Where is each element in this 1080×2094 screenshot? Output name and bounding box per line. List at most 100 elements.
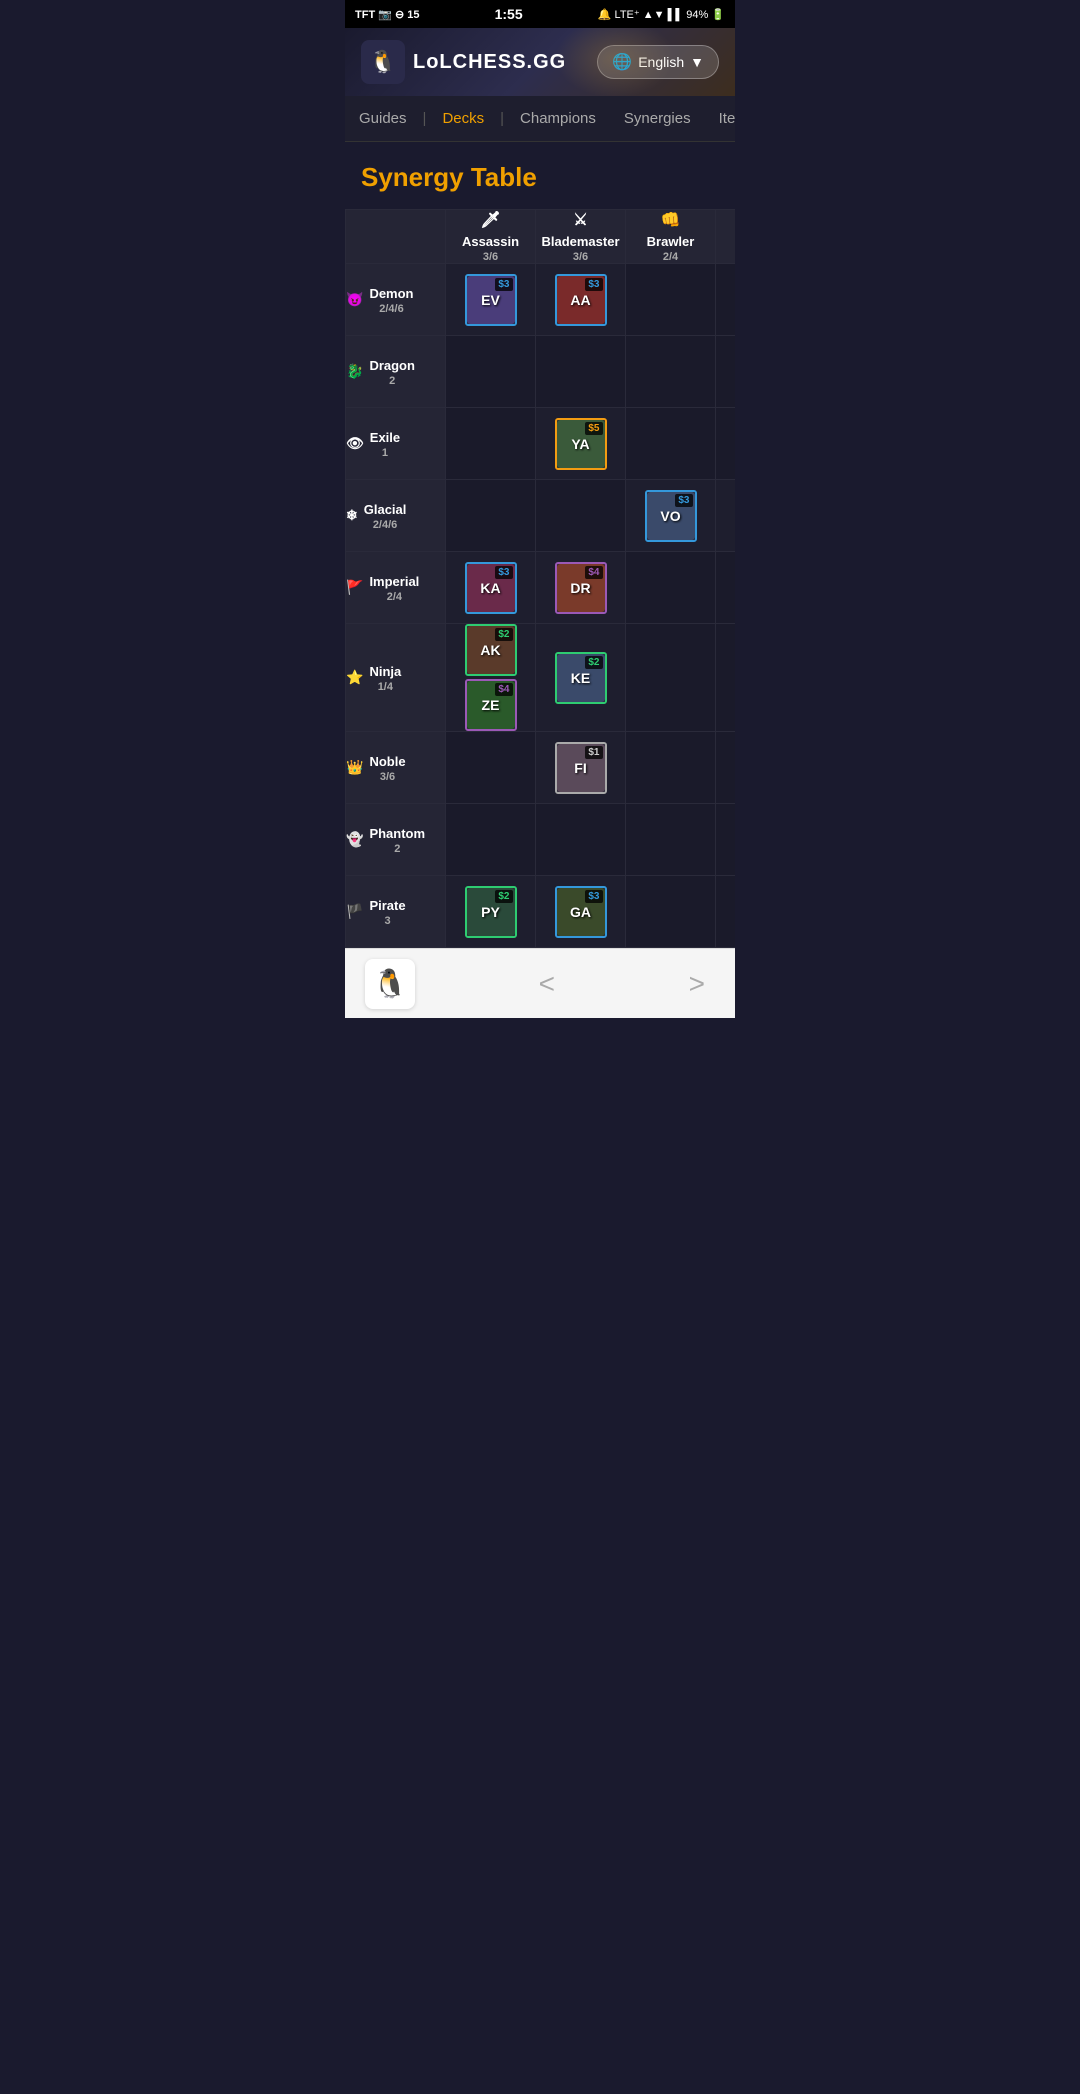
row-header-glacial: ❄ Glacial 2/4/6 [346, 480, 446, 552]
cell-noble-brawler [626, 732, 716, 804]
cell-imperial-brawler [626, 552, 716, 624]
cell-dragon-brawler [626, 336, 716, 408]
phantom-row-icon: 👻 [346, 831, 363, 848]
champ-card-katarina[interactable]: KA$3 [465, 562, 517, 614]
forward-button[interactable]: > [679, 968, 715, 1000]
assassin-icon: 🗡 [480, 210, 500, 230]
row-header-demon: 😈 Demon 2/4/6 [346, 264, 446, 336]
header: 🐧 LoLCHESS.GG 🌐 English ▼ [345, 28, 735, 96]
champ-card-akali[interactable]: AK$2 [465, 624, 517, 676]
exile-row-count: 1 [370, 447, 400, 459]
champ-card-draven[interactable]: DR$4 [555, 562, 607, 614]
cell-demon-blademaster: AA$3 [536, 264, 626, 336]
col-count-blademaster: 3/6 [573, 251, 588, 263]
status-right: 🔔 LTE⁺ ▲▼ ▌▌ 94% 🔋 [598, 8, 725, 21]
champ-card-aatrox[interactable]: AA$3 [555, 274, 607, 326]
dragon-row-icon: 🐉 [346, 363, 363, 380]
globe-icon: 🌐 [612, 52, 632, 72]
champ-card-gangplank[interactable]: GA$3 [555, 886, 607, 938]
bottom-logo: 🐧 [365, 959, 415, 1009]
cell-ninja-cannon [716, 624, 736, 732]
cell-pirate-brawler [626, 876, 716, 948]
champ-card-lissandra[interactable]: LI$3 [735, 490, 736, 542]
row-header-phantom: 👻 Phantom 2 [346, 804, 446, 876]
status-time: 1:55 [495, 6, 523, 22]
phantom-row-count: 2 [369, 843, 425, 855]
nav-synergies[interactable]: Synergies [610, 96, 705, 141]
navigation: Guides | Decks | Champions Synergies Ite… [345, 96, 735, 142]
cell-pirate-assassin: PY$2 [446, 876, 536, 948]
cell-pirate-cannon [716, 876, 736, 948]
col-count-brawler: 2/4 [663, 251, 678, 263]
col-header-cannon: 🔥 Cannon 2/4 [716, 210, 736, 264]
col-name-blademaster: Blademaster [541, 234, 619, 249]
cell-dragon-assassin [446, 336, 536, 408]
col-name-brawler: Brawler [647, 234, 695, 249]
synergy-table-wrapper: 🗡 Assassin 3/6 ⚔ Blademaster 3/6 👊 [345, 209, 735, 948]
logo: 🐧 LoLCHESS.GG [361, 40, 566, 84]
cell-pirate-blademaster: GA$3 [536, 876, 626, 948]
status-left: TFT 📷 ⊖ 15 [355, 8, 419, 21]
champ-card-evelynn[interactable]: EV$3 [465, 274, 517, 326]
cell-phantom-blademaster [536, 804, 626, 876]
row-header-dragon: 🐉 Dragon 2 [346, 336, 446, 408]
blademaster-icon: ⚔ [573, 210, 587, 230]
cell-exile-cannon [716, 408, 736, 480]
row-header-pirate: 🏴 Pirate 3 [346, 876, 446, 948]
language-button[interactable]: 🌐 English ▼ [597, 45, 719, 79]
noble-row-count: 3/6 [369, 771, 405, 783]
cell-exile-brawler [626, 408, 716, 480]
cell-exile-assassin [446, 408, 536, 480]
dragon-row-count: 2 [369, 375, 415, 387]
logo-text: LoLCHESS.GG [413, 51, 566, 74]
pirate-row-name: Pirate [369, 898, 405, 913]
champ-card-yasuo[interactable]: YA$5 [555, 418, 607, 470]
noble-row-icon: 👑 [346, 759, 363, 776]
imperial-row-count: 2/4 [369, 591, 419, 603]
cell-demon-assassin: EV$3 [446, 264, 536, 336]
cell-imperial-assassin: KA$3 [446, 552, 536, 624]
status-bar: TFT 📷 ⊖ 15 1:55 🔔 LTE⁺ ▲▼ ▌▌ 94% 🔋 [345, 0, 735, 28]
col-name-assassin: Assassin [462, 234, 519, 249]
nav-guides[interactable]: Guides [345, 96, 421, 141]
pirate-row-icon: 🏴 [346, 903, 363, 920]
col-count-assassin: 3/6 [483, 251, 498, 263]
nav-champions[interactable]: Champions [506, 96, 610, 141]
col-header-blademaster: ⚔ Blademaster 3/6 [536, 210, 626, 264]
cell-demon-cannon [716, 264, 736, 336]
cell-phantom-brawler [626, 804, 716, 876]
champ-card-fiora[interactable]: FI$1 [555, 742, 607, 794]
cell-phantom-assassin [446, 804, 536, 876]
glacial-row-name: Glacial [364, 502, 407, 517]
noble-row-name: Noble [369, 754, 405, 769]
demon-row-icon: 😈 [346, 291, 363, 308]
ninja-row-name: Ninja [369, 664, 401, 679]
champ-card-pyke[interactable]: PY$2 [465, 886, 517, 938]
champ-card-zed[interactable]: ZE$4 [465, 679, 517, 731]
glacial-row-count: 2/4/6 [364, 519, 407, 531]
phantom-row-name: Phantom [369, 826, 425, 841]
bottom-navigation: 🐧 < > [345, 948, 735, 1018]
ninja-row-count: 1/4 [369, 681, 401, 693]
dragon-row-name: Dragon [369, 358, 415, 373]
cell-noble-assassin [446, 732, 536, 804]
back-button[interactable]: < [529, 968, 565, 1000]
cell-glacial-brawler: VO$3 [626, 480, 716, 552]
cell-phantom-cannon [716, 804, 736, 876]
nav-decks[interactable]: Decks [428, 96, 498, 141]
nav-items[interactable]: Items [705, 96, 735, 141]
cell-noble-blademaster: FI$1 [536, 732, 626, 804]
champ-card-kennen[interactable]: KE$2 [555, 652, 607, 704]
champ-card-volibear[interactable]: VO$3 [645, 490, 697, 542]
brawler-icon: 👊 [661, 210, 681, 230]
chevron-down-icon: ▼ [690, 54, 704, 70]
cell-glacial-assassin [446, 480, 536, 552]
logo-icon: 🐧 [361, 40, 405, 84]
cell-glacial-cannon: LI$3 [716, 480, 736, 552]
imperial-row-icon: 🚩 [346, 579, 363, 596]
row-header-noble: 👑 Noble 3/6 [346, 732, 446, 804]
imperial-row-name: Imperial [369, 574, 419, 589]
ninja-row-icon: ⭐ [346, 669, 363, 686]
cell-demon-brawler [626, 264, 716, 336]
col-header-brawler: 👊 Brawler 2/4 [626, 210, 716, 264]
